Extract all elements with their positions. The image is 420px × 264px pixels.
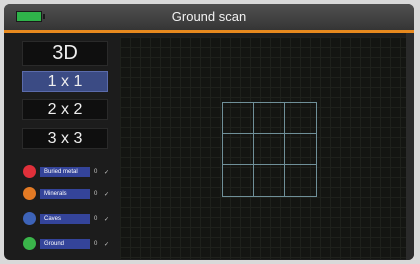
legend-label: Buried metal xyxy=(40,167,90,177)
legend-label: Minerals xyxy=(40,189,90,199)
grid-3x3-button[interactable]: 3 x 3 xyxy=(22,128,108,149)
legend-label: Caves xyxy=(40,214,90,224)
scan-view[interactable] xyxy=(120,37,406,259)
green-dot-icon xyxy=(23,237,36,250)
legend-item-caves[interactable]: Caves 0 ✓ xyxy=(18,212,112,226)
title-bar: Ground scan xyxy=(4,4,414,30)
device-screen: Ground scan 3D 1 x 1 2 x 2 3 x 3 Buried … xyxy=(4,4,414,260)
right-bezel xyxy=(406,33,414,260)
legend-label: Ground xyxy=(40,239,90,249)
legend-item-minerals[interactable]: Minerals 0 ✓ xyxy=(18,187,112,201)
orange-dot-icon xyxy=(23,187,36,200)
blue-dot-icon xyxy=(23,212,36,225)
legend-count: 0 xyxy=(94,216,98,222)
legend-count: 0 xyxy=(94,241,98,247)
grid-1x1-button[interactable]: 1 x 1 xyxy=(22,71,108,92)
sidebar: 3D 1 x 1 2 x 2 3 x 3 Buried metal 0 ✓ Mi… xyxy=(18,37,112,259)
check-icon[interactable]: ✓ xyxy=(104,240,109,250)
accent-line xyxy=(4,30,414,33)
check-icon[interactable]: ✓ xyxy=(104,215,109,225)
window-title: Ground scan xyxy=(171,9,247,24)
legend-item-ground[interactable]: Ground 0 ✓ xyxy=(18,237,112,251)
red-dot-icon xyxy=(23,165,36,178)
check-icon[interactable]: ✓ xyxy=(104,190,109,200)
scan-grid[interactable] xyxy=(222,102,317,197)
view-3d-button[interactable]: 3D xyxy=(22,41,108,66)
legend-item-buried-metal[interactable]: Buried metal 0 ✓ xyxy=(18,165,112,179)
legend-count: 0 xyxy=(94,191,98,197)
grid-2x2-button[interactable]: 2 x 2 xyxy=(22,99,108,120)
legend-count: 0 xyxy=(94,169,98,175)
check-icon[interactable]: ✓ xyxy=(104,168,109,178)
